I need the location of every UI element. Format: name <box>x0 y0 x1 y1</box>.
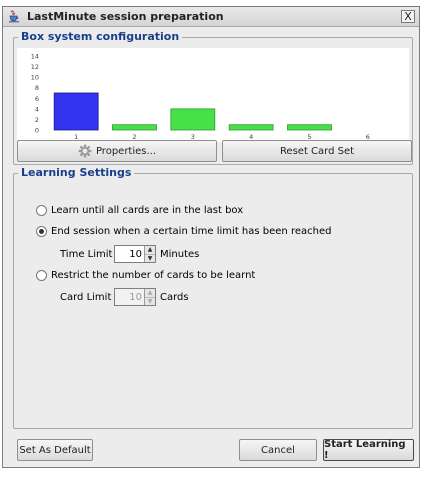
radio-card-limit-indicator[interactable] <box>36 270 47 281</box>
java-cup-icon <box>9 10 19 23</box>
time-limit-label: Time Limit : <box>60 249 119 260</box>
arrow-up-icon[interactable]: ▲ <box>145 246 155 254</box>
radio-last-box[interactable]: Learn until all cards are in the last bo… <box>36 205 243 216</box>
y-tick-label: 4 <box>35 105 39 113</box>
time-limit-unit: Minutes <box>160 249 200 260</box>
time-limit-value[interactable]: 10 <box>115 246 145 262</box>
title-bar[interactable]: LastMinute session preparation X <box>3 7 419 27</box>
cancel-label: Cancel <box>261 444 295 456</box>
arrow-down-icon[interactable]: ▼ <box>145 254 155 262</box>
arrow-up-icon[interactable]: ▲ <box>145 289 155 297</box>
dialog-window: LastMinute session preparation X Box sys… <box>2 6 420 468</box>
bar-box-5 <box>287 124 332 131</box>
radio-card-limit-label: Restrict the number of cards to be learn… <box>51 270 256 281</box>
card-limit-unit: Cards <box>160 292 189 303</box>
window-title: LastMinute session preparation <box>27 10 224 23</box>
close-button[interactable]: X <box>401 10 415 23</box>
bar-box-2 <box>112 124 157 131</box>
box-chart: 02468101214 123456 <box>31 53 370 142</box>
start-learning-button[interactable]: Start Learning ! <box>323 439 414 461</box>
time-limit-spinner-buttons: ▲ ▼ <box>144 246 155 262</box>
start-learning-label: Start Learning ! <box>324 439 406 461</box>
bar-box-1 <box>53 92 99 131</box>
set-as-default-button[interactable]: Set As Default <box>17 439 93 461</box>
cancel-button[interactable]: Cancel <box>239 439 317 461</box>
y-tick-label: 12 <box>31 63 39 71</box>
close-icon: X <box>404 10 412 23</box>
y-tick-label: 10 <box>31 74 39 82</box>
card-limit-spinner-buttons: ▲ ▼ <box>144 289 155 305</box>
properties-button-label: Properties... <box>95 145 157 157</box>
gear-icon <box>78 144 92 158</box>
card-limit-value[interactable]: 10 <box>115 289 145 305</box>
reset-card-set-label: Reset Card Set <box>279 145 355 157</box>
learning-settings-title: Learning Settings <box>18 166 135 179</box>
time-limit-spinner[interactable]: 10 ▲ ▼ <box>114 245 156 263</box>
radio-card-limit[interactable]: Restrict the number of cards to be learn… <box>36 270 255 281</box>
bar-box-4 <box>228 124 274 131</box>
y-tick-label: 0 <box>35 127 39 135</box>
arrow-down-icon[interactable]: ▼ <box>145 297 155 305</box>
y-tick-label: 2 <box>35 116 39 124</box>
card-limit-label: Card Limit : <box>60 292 118 303</box>
y-tick-label: 8 <box>35 84 39 92</box>
radio-time-limit-indicator[interactable] <box>36 226 47 237</box>
box-chart-area: 0 2 4 6 8 10 12 14 123456 <box>17 48 409 142</box>
reset-card-set-button[interactable]: Reset Card Set <box>222 140 412 162</box>
radio-last-box-indicator[interactable] <box>36 205 47 216</box>
bar-box-3 <box>170 108 216 131</box>
y-tick-label: 6 <box>35 95 39 103</box>
set-as-default-label: Set As Default <box>19 444 91 456</box>
card-limit-spinner[interactable]: 10 ▲ ▼ <box>114 288 156 306</box>
box-system-title: Box system configuration <box>18 30 183 43</box>
properties-button[interactable]: Properties... <box>17 140 217 162</box>
radio-time-limit-label: End session when a certain time limit ha… <box>51 226 332 237</box>
radio-time-limit[interactable]: End session when a certain time limit ha… <box>36 226 331 237</box>
y-tick-label: 14 <box>31 53 39 61</box>
radio-last-box-label: Learn until all cards are in the last bo… <box>51 205 244 216</box>
